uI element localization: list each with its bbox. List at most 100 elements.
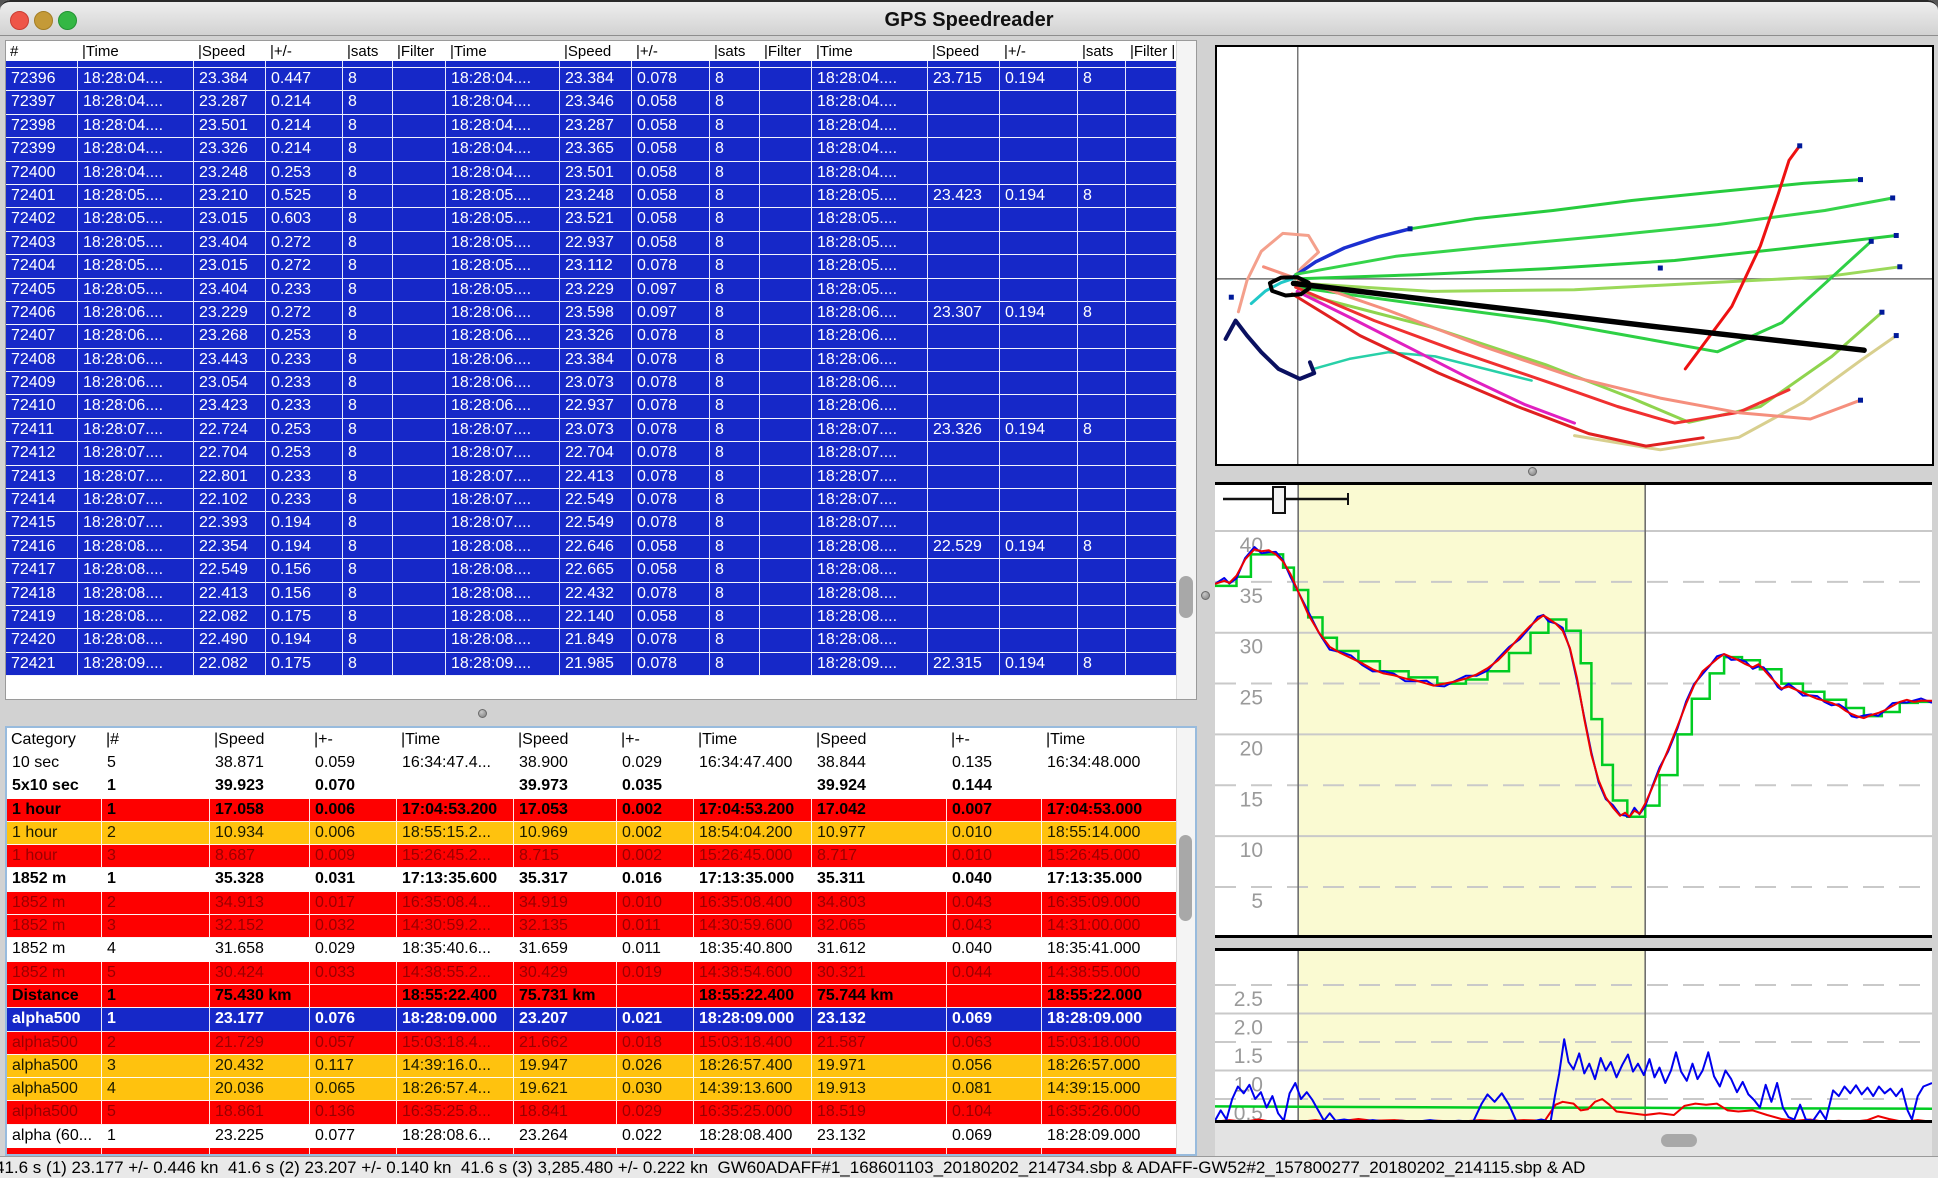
column-header[interactable]: |+-: [310, 731, 397, 749]
time-window-slider[interactable]: [1273, 487, 1285, 513]
table-row[interactable]: 7241518:28:07....22.3930.194818:28:07...…: [6, 512, 1196, 535]
horizontal-splitter-handle[interactable]: [478, 709, 487, 718]
column-header[interactable]: |+-: [617, 731, 694, 749]
chart-hscrollbar-thumb[interactable]: [1661, 1134, 1697, 1147]
column-header[interactable]: |#: [102, 731, 210, 749]
error-chart[interactable]: 2.52.01.51.00.5: [1215, 948, 1932, 1123]
table-row[interactable]: 7241718:28:08....22.5490.156818:28:08...…: [6, 559, 1196, 582]
table-row[interactable]: 7241318:28:07....22.8010.233818:28:07...…: [6, 466, 1196, 489]
results-table-scrollbar-thumb[interactable]: [1179, 835, 1192, 921]
table-row[interactable]: 7240918:28:06....23.0540.233818:28:06...…: [6, 372, 1196, 395]
table-row[interactable]: 1 hour210.9340.00618:55:15.2...10.9690.0…: [7, 822, 1195, 845]
table-row[interactable]: 7240218:28:05....23.0150.603818:28:05...…: [6, 208, 1196, 231]
column-header[interactable]: |Filter: [760, 43, 812, 60]
table-row[interactable]: 1852 m530.4240.03314:38:55.2...30.4290.0…: [7, 962, 1195, 985]
cell: [393, 606, 446, 629]
cell: 23.287: [560, 115, 632, 138]
table-row[interactable]: 7240518:28:05....23.4040.233818:28:05...…: [6, 279, 1196, 302]
table-row[interactable]: 7240718:28:06....23.2680.253818:28:06...…: [6, 325, 1196, 348]
table-row[interactable]: alpha500320.4320.11714:39:16.0...19.9470…: [7, 1055, 1195, 1078]
table-row[interactable]: 7241618:28:08....22.3540.194818:28:08...…: [6, 536, 1196, 559]
cell: 0.175: [266, 606, 343, 629]
cell: 8: [343, 489, 393, 512]
column-header[interactable]: |Time: [78, 43, 194, 60]
cell: 72408: [6, 349, 78, 372]
vertical-splitter[interactable]: [1197, 36, 1215, 1156]
raw-table-scrollbar[interactable]: [1176, 41, 1196, 699]
cell: 8: [710, 653, 760, 676]
table-row[interactable]: 7242018:28:08....22.4900.194818:28:08...…: [6, 629, 1196, 652]
cell: 0.043: [947, 892, 1042, 915]
column-header[interactable]: |Time: [446, 43, 560, 60]
results-table[interactable]: Category|#|Speed|+-|Time|Speed|+-|Time|S…: [5, 726, 1197, 1156]
column-header[interactable]: |sats: [1078, 43, 1126, 60]
table-row[interactable]: 1852 m431.6580.02918:35:40.6...31.6590.0…: [7, 938, 1195, 961]
column-header[interactable]: |Time: [397, 731, 514, 749]
table-row[interactable]: 7240618:28:06....23.2290.272818:28:06...…: [6, 302, 1196, 325]
table-row[interactable]: 7239818:28:04....23.5010.214818:28:04...…: [6, 115, 1196, 138]
cell: [397, 1148, 514, 1156]
table-row[interactable]: 1852 m135.3280.03117:13:35.60035.3170.01…: [7, 868, 1195, 891]
table-row[interactable]: 7241918:28:08....22.0820.175818:28:08...…: [6, 606, 1196, 629]
table-row[interactable]: 10 sec538.8710.05916:34:47.4...38.9000.0…: [7, 752, 1195, 775]
table-row[interactable]: 7240318:28:05....23.4040.272818:28:05...…: [6, 232, 1196, 255]
column-header[interactable]: |Time: [1042, 731, 1179, 749]
title-bar[interactable]: GPS Speedreader: [0, 0, 1938, 36]
table-row[interactable]: 7240818:28:06....23.4430.233818:28:06...…: [6, 349, 1196, 372]
table-row[interactable]: alpha500123.1770.07618:28:09.00023.2070.…: [7, 1008, 1195, 1031]
table-row[interactable]: 7241118:28:07....22.7240.253818:28:07...…: [6, 419, 1196, 442]
table-row[interactable]: 7239618:28:04....23.3840.447818:28:04...…: [6, 68, 1196, 91]
table-row[interactable]: 5x10 sec139.9230.07039.9730.03539.9240.1…: [7, 775, 1195, 798]
column-header[interactable]: |Time: [812, 43, 928, 60]
cell: [760, 208, 812, 231]
column-header[interactable]: |Filter: [393, 43, 446, 60]
table-row[interactable]: alpha500518.8610.13616:35:25.8...18.8410…: [7, 1101, 1195, 1124]
column-header[interactable]: |Time: [694, 731, 812, 749]
column-header[interactable]: |+/-: [266, 43, 343, 60]
chart-hscrollbar[interactable]: [1215, 1123, 1932, 1156]
vertical-splitter-handle[interactable]: [1201, 591, 1210, 600]
column-header[interactable]: |+/-: [632, 43, 710, 60]
table-row[interactable]: [7, 1148, 1195, 1156]
table-row[interactable]: 1852 m234.9130.01716:35:08.4...34.9190.0…: [7, 892, 1195, 915]
table-row[interactable]: alpha500420.0360.06518:26:57.4...19.6210…: [7, 1078, 1195, 1101]
column-header[interactable]: |Speed: [928, 43, 1000, 60]
column-header[interactable]: Category: [7, 731, 102, 749]
table-row[interactable]: 7241018:28:06....23.4230.233818:28:06...…: [6, 395, 1196, 418]
track-map[interactable]: [1215, 45, 1934, 466]
table-row[interactable]: 1 hour117.0580.00617:04:53.20017.0530.00…: [7, 799, 1195, 822]
column-header[interactable]: |Speed: [210, 731, 310, 749]
table-row[interactable]: 7242118:28:09....22.0820.175818:28:09...…: [6, 653, 1196, 676]
column-header[interactable]: |Speed: [560, 43, 632, 60]
table-row[interactable]: 7241218:28:07....22.7040.253818:28:07...…: [6, 442, 1196, 465]
column-header[interactable]: |sats: [343, 43, 393, 60]
column-header[interactable]: |Speed: [194, 43, 266, 60]
table-row-clipped[interactable]: 7239518:28:03....23.5010.505818:28:03...…: [6, 61, 1196, 68]
column-header[interactable]: |Speed: [514, 731, 617, 749]
table-row[interactable]: alpha (60...123.2250.07718:28:08.6...23.…: [7, 1125, 1195, 1148]
cell: 14:31:00.000: [1042, 915, 1179, 938]
column-header[interactable]: #: [6, 43, 78, 60]
table-row[interactable]: 7239918:28:04....23.3260.214818:28:04...…: [6, 138, 1196, 161]
table-row[interactable]: 7239518:28:03....23.5010.505818:28:03...…: [6, 61, 1196, 68]
table-row[interactable]: Distance175.430 km18:55:22.40075.731 km1…: [7, 985, 1195, 1008]
column-header[interactable]: |Speed: [812, 731, 947, 749]
speed-chart[interactable]: 403530252015105: [1215, 482, 1932, 938]
table-row[interactable]: 7240018:28:04....23.2480.253818:28:04...…: [6, 162, 1196, 185]
column-header[interactable]: |+/-: [1000, 43, 1078, 60]
table-row[interactable]: alpha500221.7290.05715:03:18.4...21.6620…: [7, 1032, 1195, 1055]
table-row[interactable]: 7241418:28:07....22.1020.233818:28:07...…: [6, 489, 1196, 512]
column-header[interactable]: |+-: [947, 731, 1042, 749]
raw-points-table[interactable]: #|Time|Speed|+/-|sats|Filter|Time|Speed|…: [5, 40, 1197, 700]
table-row[interactable]: 1 hour38.6870.00915:26:45.2...8.7150.002…: [7, 845, 1195, 868]
raw-table-scrollbar-thumb[interactable]: [1179, 576, 1193, 618]
table-row[interactable]: 7240418:28:05....23.0150.272818:28:05...…: [6, 255, 1196, 278]
table-row[interactable]: 1852 m332.1520.03214:30:59.2...32.1350.0…: [7, 915, 1195, 938]
column-header[interactable]: |Filter |: [1126, 43, 1178, 60]
table-row[interactable]: 7241818:28:08....22.4130.156818:28:08...…: [6, 583, 1196, 606]
table-row[interactable]: 7240118:28:05....23.2100.525818:28:05...…: [6, 185, 1196, 208]
map-splitter-handle[interactable]: [1528, 467, 1537, 476]
table-row[interactable]: 7239718:28:04....23.2870.214818:28:04...…: [6, 91, 1196, 114]
column-header[interactable]: |sats: [710, 43, 760, 60]
results-table-scrollbar[interactable]: [1176, 728, 1195, 1154]
